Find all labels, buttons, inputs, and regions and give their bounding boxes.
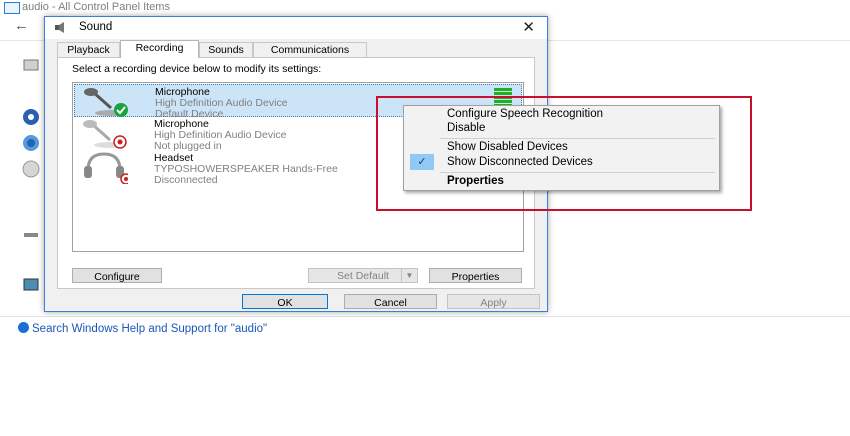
disc-icon[interactable] <box>22 108 40 126</box>
apply-button[interactable]: Apply <box>447 294 540 309</box>
highlight-annotation <box>376 96 752 211</box>
background-titlebar: audio - All Control Panel Items <box>0 0 850 16</box>
ok-button[interactable]: OK <box>242 294 328 309</box>
device-status: Disconnected <box>154 174 218 186</box>
search-help-link-text: Search Windows Help and Support for "aud… <box>32 323 268 335</box>
microphone-icon <box>83 120 127 149</box>
properties-button[interactable]: Properties <box>429 268 522 283</box>
back-arrow-icon[interactable]: ← <box>14 17 29 34</box>
dialog-title: Sound <box>79 21 113 33</box>
tab-recording[interactable]: Recording <box>120 40 199 58</box>
microphone-icon <box>84 88 128 117</box>
background-separator <box>0 316 850 317</box>
chevron-down-icon[interactable]: ▼ <box>401 269 417 282</box>
background-window-title: audio - All Control Panel Items <box>22 1 170 13</box>
help-icon <box>18 322 29 333</box>
instruction-text: Select a recording device below to modif… <box>72 63 322 75</box>
tab-communications[interactable]: Communications <box>253 42 367 57</box>
headset-icon <box>84 152 128 184</box>
configure-button[interactable]: Configure <box>72 268 162 283</box>
speaker-icon <box>55 22 64 33</box>
set-default-button[interactable]: Set Default ▼ <box>308 268 418 283</box>
control-panel-icon <box>4 2 20 14</box>
search-help-link[interactable]: Search Windows Help and Support for "aud… <box>18 322 267 335</box>
cancel-button[interactable]: Cancel <box>344 294 437 309</box>
set-default-label: Set Default <box>337 270 389 282</box>
dialog-titlebar: Sound ✕ <box>45 17 547 39</box>
speaker-icon[interactable] <box>22 160 40 178</box>
close-icon[interactable]: ✕ <box>522 18 535 36</box>
display-icon[interactable] <box>22 276 40 294</box>
cable-icon[interactable] <box>22 226 40 244</box>
network-icon[interactable] <box>22 134 40 152</box>
device-icon[interactable] <box>22 56 40 74</box>
tab-playback[interactable]: Playback <box>57 42 120 57</box>
tab-sounds[interactable]: Sounds <box>199 42 253 57</box>
